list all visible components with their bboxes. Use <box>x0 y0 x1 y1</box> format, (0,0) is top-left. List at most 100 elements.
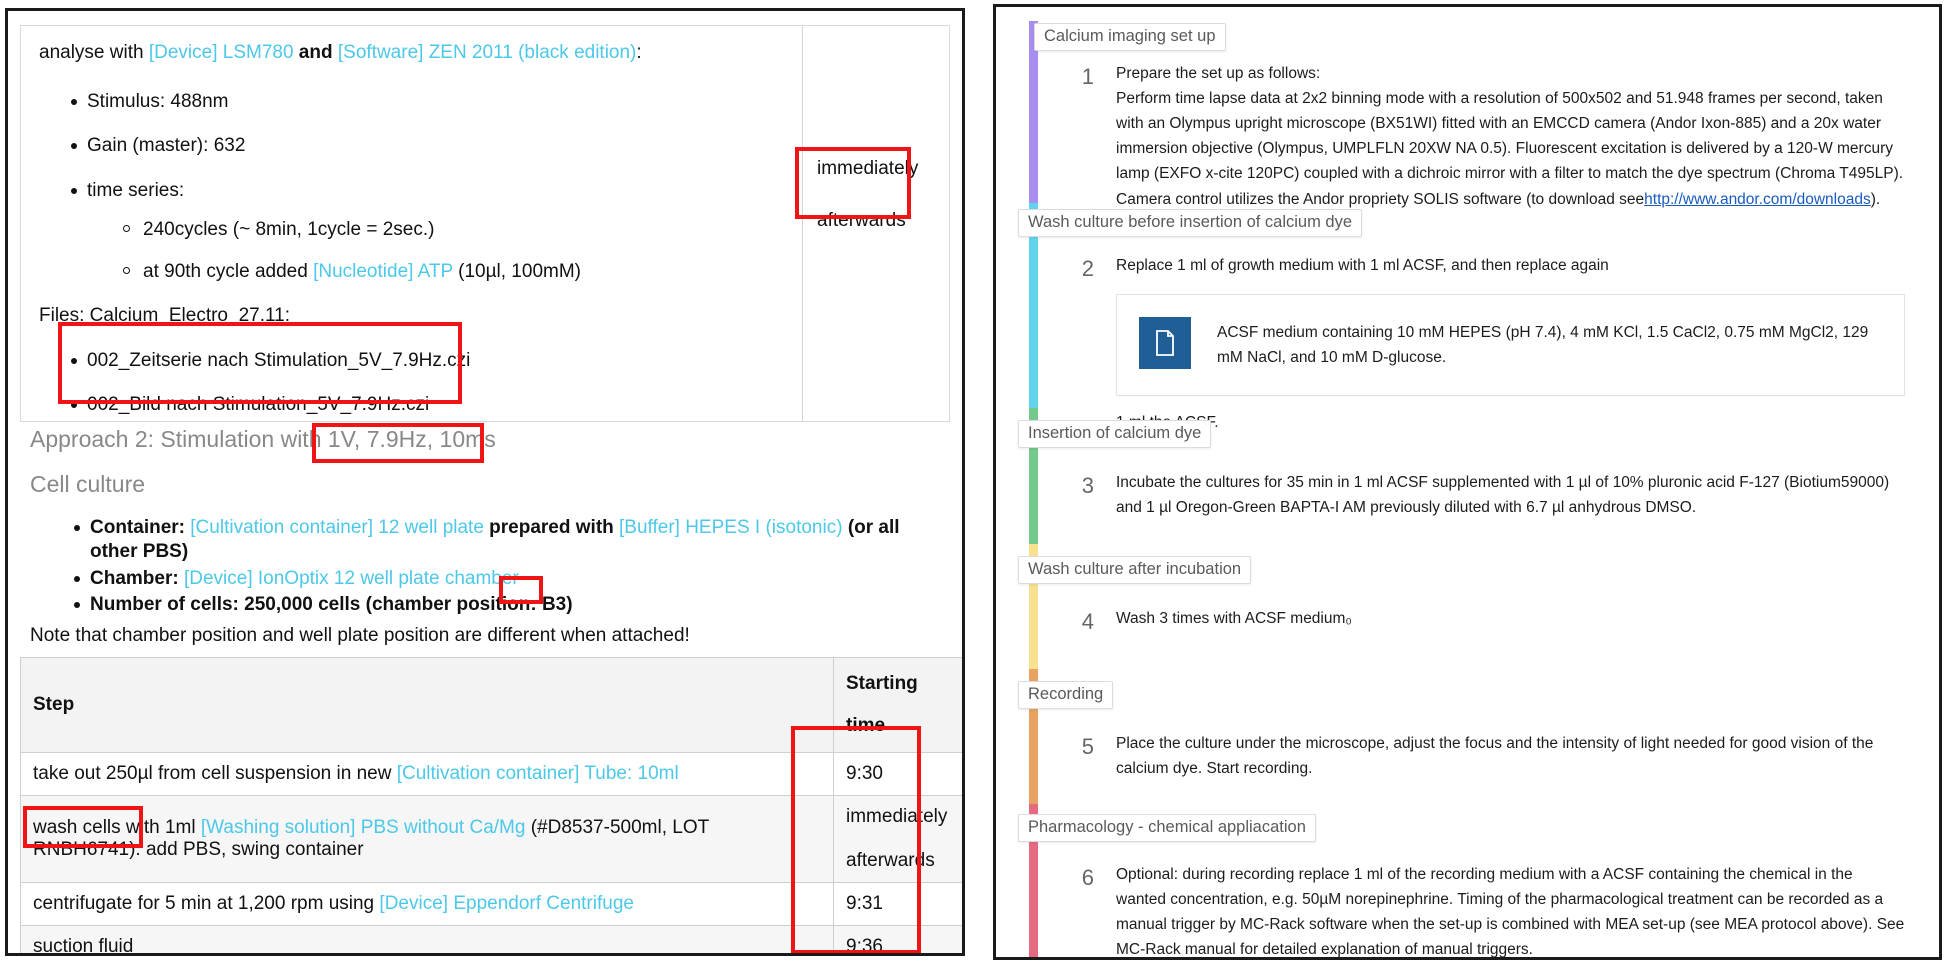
side-note-line1: immediately <box>817 158 919 179</box>
files-label: Files: Calcium_Electro_27.11: <box>39 305 290 327</box>
cell-culture-list-wrap: Container: [Cultivation container] 12 we… <box>68 516 948 619</box>
step1-line-a: Prepare the set up as follows: <box>1116 65 1321 82</box>
list-item: Stimulus: 488nm <box>65 90 789 115</box>
step3-tag[interactable]: [Device] Eppendorf Centrifuge <box>379 893 634 914</box>
table-row: suction fluid 9:36 <box>20 925 962 953</box>
attachment-note: Note that chamber position and well plat… <box>30 625 690 646</box>
approach2-highlight: 1V, 7.9Hz, 10ms <box>327 426 496 452</box>
list-item: at 90th cycle added [Nucleotide] ATP (10… <box>117 260 789 285</box>
cell-time-2: immediately afterwards <box>833 795 962 883</box>
header-time-line2: time <box>846 715 886 736</box>
cell-time-2-line1: immediately <box>846 806 948 827</box>
step-number: 1 <box>1081 64 1094 89</box>
section-tag-label[interactable]: Wash culture after incubation <box>1018 556 1252 584</box>
analysis-bullet-list: Stimulus: 488nm Gain (master): 632 time … <box>65 90 789 285</box>
cell-step-4: suction fluid <box>20 925 834 953</box>
cell-step-2: wash cells with 1ml [Washing solution] P… <box>20 795 834 883</box>
step1-tag[interactable]: [Cultivation container] Tube: 10ml <box>397 763 679 784</box>
section-tag-wrap: Wash culture after incubation <box>996 544 1939 584</box>
step-number: 5 <box>1081 734 1094 759</box>
container-tag[interactable]: [Cultivation container] 12 well plate <box>185 517 484 538</box>
steps-table: Step Starting time take out 250µl from c… <box>20 657 962 953</box>
cells-label: Number of cells: <box>90 593 239 615</box>
step-body: Optional: during recording replace 1 ml … <box>1116 866 1905 959</box>
list-item: time series: 240cycles (~ 8min, 1cycle =… <box>65 179 789 285</box>
step-body: Place the culture under the microscope, … <box>1116 735 1874 778</box>
analyse-mid: and <box>293 42 338 63</box>
analysis-content: analyse with [Device] LSM780 and [Softwa… <box>39 40 789 418</box>
step-row-6: 6 Optional: during recording replace 1 m… <box>1048 862 1939 959</box>
approach2-prefix: Approach 2: Stimulation with <box>30 426 328 452</box>
step-row-4: 4 Wash 3 times with ACSF medium₀ <box>1048 606 1939 638</box>
section-wash-after-incubation: Wash culture after incubation 4 Wash 3 t… <box>996 544 1939 669</box>
step-row-5: 5 Place the culture under the microscope… <box>1048 731 1939 781</box>
step-row-3: 3 Incubate the cultures for 35 min in 1 … <box>1048 470 1939 520</box>
section-wash-before-dye: Wash culture before insertion of calcium… <box>996 203 1939 431</box>
table-row: wash cells with 1ml [Washing solution] P… <box>20 795 962 883</box>
section-tag-wrap: Recording <box>996 669 1939 709</box>
table-row: centrifugate for 5 min at 1,200 rpm usin… <box>20 882 962 926</box>
container-mid: prepared with <box>483 517 620 538</box>
right-protocol-panel: Calcium imaging set up 1 Prepare the set… <box>993 4 1942 960</box>
cell-time-1: 9:30 <box>833 752 962 796</box>
bullet-gain: Gain (master): 632 <box>87 135 246 157</box>
software-tag-zen[interactable]: [Software] ZEN 2011 (black edition) <box>338 42 637 63</box>
cell-time-3: 9:31 <box>833 882 962 926</box>
cell-culture-heading: Cell culture <box>30 471 146 497</box>
buffer-tag-hepes[interactable]: [Buffer] HEPES I (isotonic) <box>619 517 843 538</box>
step2-prefix: wash cells with 1ml <box>33 817 201 838</box>
section-tag-label[interactable]: Pharmacology - chemical appliacation <box>1018 814 1316 842</box>
step2-tag[interactable]: [Washing solution] PBS without Ca/Mg <box>201 817 526 838</box>
cells-value: 250,000 cells (chamber position: <box>238 593 542 615</box>
section-tag-label[interactable]: Insertion of calcium dye <box>1018 420 1212 448</box>
cell-time-2-line2: afterwards <box>846 850 935 871</box>
header-step: Step <box>20 657 834 753</box>
cell-step-1: take out 250µl from cell suspension in n… <box>20 752 834 796</box>
section-insertion-calcium-dye: Insertion of calcium dye 3 Incubate the … <box>996 408 1939 544</box>
step1-prefix: take out 250µl from cell suspension in n… <box>33 763 397 784</box>
acsf-note-card: ACSF medium containing 10 mM HEPES (pH 7… <box>1116 294 1905 396</box>
section-tag-label[interactable]: Wash culture before insertion of calcium… <box>1018 209 1363 237</box>
list-item: 002_Zeitserie nach Stimulation_5V_7.9Hz.… <box>65 349 789 374</box>
section-tag-wrap: Calcium imaging set up <box>996 7 1939 51</box>
list-item: 240cycles (~ 8min, 1cycle = 2sec.) <box>117 218 789 243</box>
subbullet-cycles: 240cycles (~ 8min, 1cycle = 2sec.) <box>143 218 435 240</box>
list-item: Gain (master): 632 <box>65 134 789 159</box>
step3-prefix: centrifugate for 5 min at 1,200 rpm usin… <box>33 893 380 914</box>
header-time-line1: Starting <box>846 673 918 694</box>
list-item: Container: [Cultivation container] 12 we… <box>68 516 948 565</box>
side-note-line2: afterwards <box>817 209 906 231</box>
analysis-card: analyse with [Device] LSM780 and [Softwa… <box>20 25 950 422</box>
cell-step-3: centrifugate for 5 min at 1,200 rpm usin… <box>20 882 834 926</box>
table-row: take out 250µl from cell suspension in n… <box>20 752 962 796</box>
table-header-row: Step Starting time <box>20 657 962 753</box>
step-body: Prepare the set up as follows: Perform t… <box>1116 61 1905 212</box>
section-recording: Recording 5 Place the culture under the … <box>996 669 1939 804</box>
device-tag-ionoptix[interactable]: [Device] IonOptix 12 well plate chamber <box>179 568 519 589</box>
file-bild[interactable]: 002_Bild nach Stimulation_5V_7.9Hz.czi <box>87 394 429 415</box>
step-body: Wash 3 times with ACSF medium₀ <box>1116 610 1352 627</box>
nucleotide-tag-atp[interactable]: [Nucleotide] ATP <box>313 261 453 282</box>
section-calcium-imaging-set-up: Calcium imaging set up 1 Prepare the set… <box>996 7 1939 208</box>
card-column-divider <box>802 26 803 421</box>
step-row-1: 1 Prepare the set up as follows: Perform… <box>1048 61 1939 212</box>
side-note-cell: immediately afterwards <box>817 156 945 233</box>
files-list: 002_Zeitserie nach Stimulation_5V_7.9Hz.… <box>65 349 789 418</box>
cell-time-4: 9:36 <box>833 925 962 953</box>
list-item: Chamber: [Device] IonOptix 12 well plate… <box>68 567 948 591</box>
step-number: 3 <box>1081 473 1094 498</box>
device-tag-lsm780[interactable]: [Device] LSM780 <box>149 42 294 63</box>
file-zeitserie[interactable]: 002_Zeitserie nach Stimulation_5V_7.9Hz.… <box>87 350 470 371</box>
analyse-suffix: : <box>636 42 642 63</box>
step-number: 6 <box>1081 865 1094 890</box>
chamber-position-value: B3) <box>541 593 573 615</box>
analyse-line: analyse with [Device] LSM780 and [Softwa… <box>39 40 789 66</box>
bullet-stimulus: Stimulus: 488nm <box>87 90 229 112</box>
section-tag-wrap: Insertion of calcium dye <box>996 408 1939 448</box>
section-tag-label[interactable]: Calcium imaging set up <box>1034 23 1226 51</box>
section-tag-label[interactable]: Recording <box>1018 681 1114 709</box>
bullet-time-series: time series: <box>87 180 185 202</box>
chamber-label: Chamber: <box>90 567 179 589</box>
section-pharmacology: Pharmacology - chemical appliacation 6 O… <box>996 804 1939 959</box>
analyse-prefix: analyse with <box>39 42 149 63</box>
